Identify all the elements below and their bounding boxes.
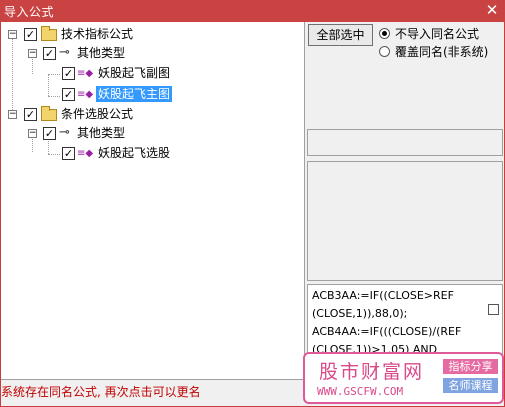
- formula-tree[interactable]: − ✓ 技术指标公式 − ✓ ⊸ 其他类型 ✓ ≡◆ 妖股起飞副图 ✓ ≡◆ 妖…: [1, 22, 305, 380]
- checkbox[interactable]: ✓: [62, 147, 75, 160]
- tree-node-label: 其他类型: [77, 46, 126, 60]
- tree-node-label: 妖股起飞选股: [98, 146, 171, 160]
- description-box: [307, 161, 503, 281]
- radio-button[interactable]: [379, 28, 390, 39]
- tree-node-label: 其他类型: [77, 126, 126, 140]
- radio-label: 不导入同名公式: [395, 27, 480, 41]
- tree-node-group-other[interactable]: − ✓ ⊸ 其他类型: [1, 45, 301, 63]
- tree-node-root-tech[interactable]: − ✓ 技术指标公式: [1, 26, 301, 44]
- checkbox[interactable]: ✓: [62, 88, 75, 101]
- code-line: (CLOSE,1)),88,0);: [312, 307, 408, 320]
- checkbox[interactable]: ✓: [24, 108, 37, 121]
- folder-icon: [41, 26, 57, 41]
- dialog-body: − ✓ 技术指标公式 − ✓ ⊸ 其他类型 ✓ ≡◆ 妖股起飞副图 ✓ ≡◆ 妖…: [1, 22, 504, 406]
- formula-icon: ≡◆: [77, 89, 94, 100]
- code-line: ACB3AA:=IF((CLOSE>REF: [312, 289, 454, 302]
- collapse-icon[interactable]: −: [8, 110, 17, 119]
- watermark-badge: 名师课程: [443, 378, 498, 393]
- tree-node-label: 妖股起飞主图: [96, 86, 173, 102]
- tree-node-label: 条件选股公式: [61, 107, 134, 121]
- watermark-badge: 指标分享: [443, 359, 498, 374]
- tree-node-label: 妖股起飞副图: [98, 66, 171, 80]
- collapse-icon[interactable]: −: [28, 129, 37, 138]
- checkbox[interactable]: ✓: [62, 67, 75, 80]
- watermark-logo: 股市财富网 WWW.GSCFW.COM 指标分享 名师课程: [303, 352, 504, 404]
- tree-node-group-other[interactable]: − ✓ ⊸ 其他类型: [1, 125, 301, 143]
- title-bar: 导入公式 ✕: [0, 0, 505, 22]
- status-message: 系统存在同名公式, 再次点击可以更名: [1, 385, 201, 399]
- tree-node-item-selected[interactable]: ✓ ≡◆ 妖股起飞主图: [1, 86, 301, 104]
- watermark-url: WWW.GSCFW.COM: [317, 385, 404, 398]
- checkbox[interactable]: ✓: [43, 47, 56, 60]
- watermark-name: 股市财富网: [319, 361, 425, 383]
- select-all-button[interactable]: 全部选中: [308, 24, 373, 46]
- info-box: [307, 129, 503, 156]
- checkbox[interactable]: ✓: [24, 28, 37, 41]
- key-icon: ⊸: [59, 45, 70, 60]
- formula-icon: ≡◆: [77, 148, 94, 159]
- tree-node-item[interactable]: ✓ ≡◆ 妖股起飞选股: [1, 145, 301, 163]
- window-title: 导入公式: [4, 5, 55, 19]
- formula-icon: ≡◆: [77, 68, 94, 79]
- code-line: ACB4AA:=IF(((CLOSE)/(REF: [312, 325, 462, 338]
- collapse-icon[interactable]: −: [8, 30, 17, 39]
- radio-button[interactable]: [379, 46, 390, 57]
- tree-node-label: 技术指标公式: [61, 27, 134, 41]
- close-icon[interactable]: ✕: [483, 1, 501, 19]
- code-checkbox[interactable]: [488, 304, 499, 315]
- tree-node-root-select[interactable]: − ✓ 条件选股公式: [1, 106, 301, 124]
- collapse-icon[interactable]: −: [28, 49, 37, 58]
- tree-node-item[interactable]: ✓ ≡◆ 妖股起飞副图: [1, 65, 301, 83]
- key-icon: ⊸: [59, 125, 70, 140]
- checkbox[interactable]: ✓: [43, 127, 56, 140]
- radio-label: 覆盖同名(非系统): [395, 45, 489, 59]
- folder-icon: [41, 106, 57, 121]
